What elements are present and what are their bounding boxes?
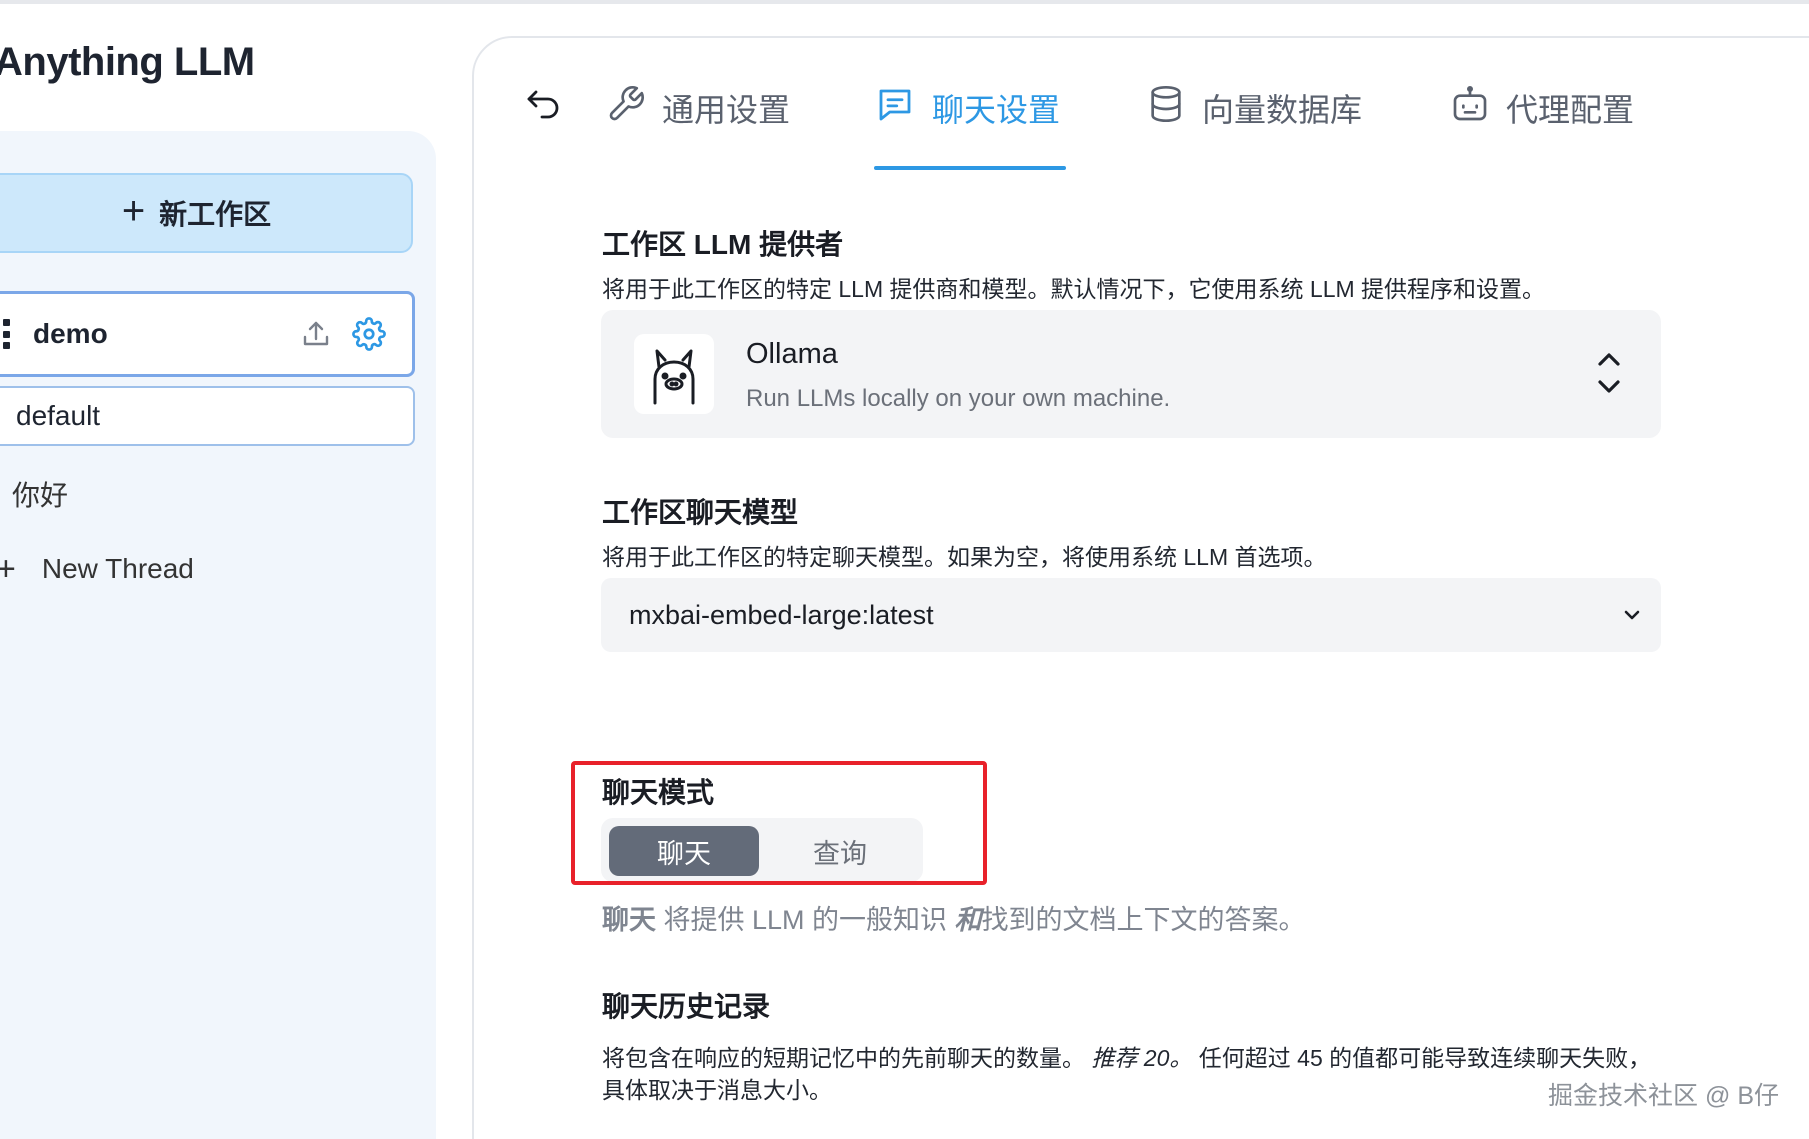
active-tab-indicator xyxy=(874,166,1066,170)
llm-provider-title: 工作区 LLM 提供者 xyxy=(602,229,844,260)
drag-handle-icon[interactable] xyxy=(3,319,11,349)
ollama-logo-icon xyxy=(634,334,714,414)
database-icon xyxy=(1151,86,1181,122)
upload-icon[interactable] xyxy=(300,318,332,350)
llm-provider-select[interactable]: Ollama Run LLMs locally on your own mach… xyxy=(601,310,1661,438)
tab-general-settings[interactable]: 通用设置 xyxy=(606,84,790,170)
provider-description: Run LLMs locally on your own machine. xyxy=(746,385,1171,412)
workspace-name: demo xyxy=(33,318,108,349)
help-italic: 和 xyxy=(954,905,982,935)
chat-history-description: 将包含在响应的短期记忆中的先前聊天的数量。 推荐 20。 任何超过 45 的值都… xyxy=(602,1042,1662,1106)
chat-icon xyxy=(879,89,911,121)
app-title: Anything LLM xyxy=(0,40,255,84)
chat-model-value: mxbai-embed-large:latest xyxy=(629,599,934,630)
help-text-1: 将提供 LLM 的一般知识 xyxy=(656,905,955,935)
tab-chat-settings[interactable]: 聊天设置 xyxy=(874,84,1060,170)
plus-icon: + xyxy=(121,189,146,233)
watermark: 掘金技术社区 @ B仔 xyxy=(1548,1082,1779,1110)
wrench-icon xyxy=(609,86,644,121)
annotation-highlight-box xyxy=(571,761,987,885)
thread-item-default[interactable]: default xyxy=(0,386,415,446)
new-thread-label: New Thread xyxy=(41,553,194,584)
chevron-down-icon xyxy=(1624,610,1640,620)
chat-mode-help: 聊天 将提供 LLM 的一般知识 和找到的文档上下文的答案。 xyxy=(602,898,1306,937)
thread-label: default xyxy=(16,400,101,431)
chevron-up-down-icon xyxy=(1598,353,1620,393)
robot-icon xyxy=(1453,86,1487,121)
tab-agent-config[interactable]: 代理配置 xyxy=(1450,84,1634,170)
history-recommend: 推荐 20。 xyxy=(1091,1045,1193,1071)
provider-name: Ollama xyxy=(746,338,838,370)
new-workspace-button[interactable]: + 新工作区 xyxy=(0,173,413,253)
llm-provider-description: 将用于此工作区的特定 LLM 提供商和模型。默认情况下，它使用系统 LLM 提供… xyxy=(602,276,1546,302)
app-root: Anything LLM + 新工作区 demo default 你好 + Ne… xyxy=(0,0,1809,1139)
chat-history-title: 聊天历史记录 xyxy=(602,991,771,1022)
gear-icon[interactable] xyxy=(352,317,386,351)
back-arrow-icon[interactable] xyxy=(524,86,564,126)
tab-label: 向量数据库 xyxy=(1202,92,1363,128)
tab-vector-database[interactable]: 向量数据库 xyxy=(1146,84,1362,170)
chat-model-title: 工作区聊天模型 xyxy=(602,497,799,528)
thread-item-nihao[interactable]: 你好 xyxy=(12,474,68,514)
help-bold: 聊天 xyxy=(602,905,656,935)
new-workspace-label: 新工作区 xyxy=(159,199,272,230)
sidebar xyxy=(0,131,436,1139)
tab-label: 聊天设置 xyxy=(932,92,1061,128)
tab-label: 代理配置 xyxy=(1506,92,1635,128)
tab-label: 通用设置 xyxy=(662,92,791,128)
top-border xyxy=(0,0,1809,4)
help-text-2: 找到的文档上下文的答案。 xyxy=(981,905,1306,935)
history-text-1: 将包含在响应的短期记忆中的先前聊天的数量。 xyxy=(602,1045,1085,1071)
chat-model-select[interactable]: mxbai-embed-large:latest xyxy=(601,578,1661,652)
workspace-item-demo[interactable]: demo xyxy=(0,291,415,377)
new-thread-button[interactable]: + New Thread xyxy=(0,552,194,586)
plus-icon: + xyxy=(0,550,16,588)
chat-model-description: 将用于此工作区的特定聊天模型。如果为空，将使用系统 LLM 首选项。 xyxy=(602,544,1327,570)
